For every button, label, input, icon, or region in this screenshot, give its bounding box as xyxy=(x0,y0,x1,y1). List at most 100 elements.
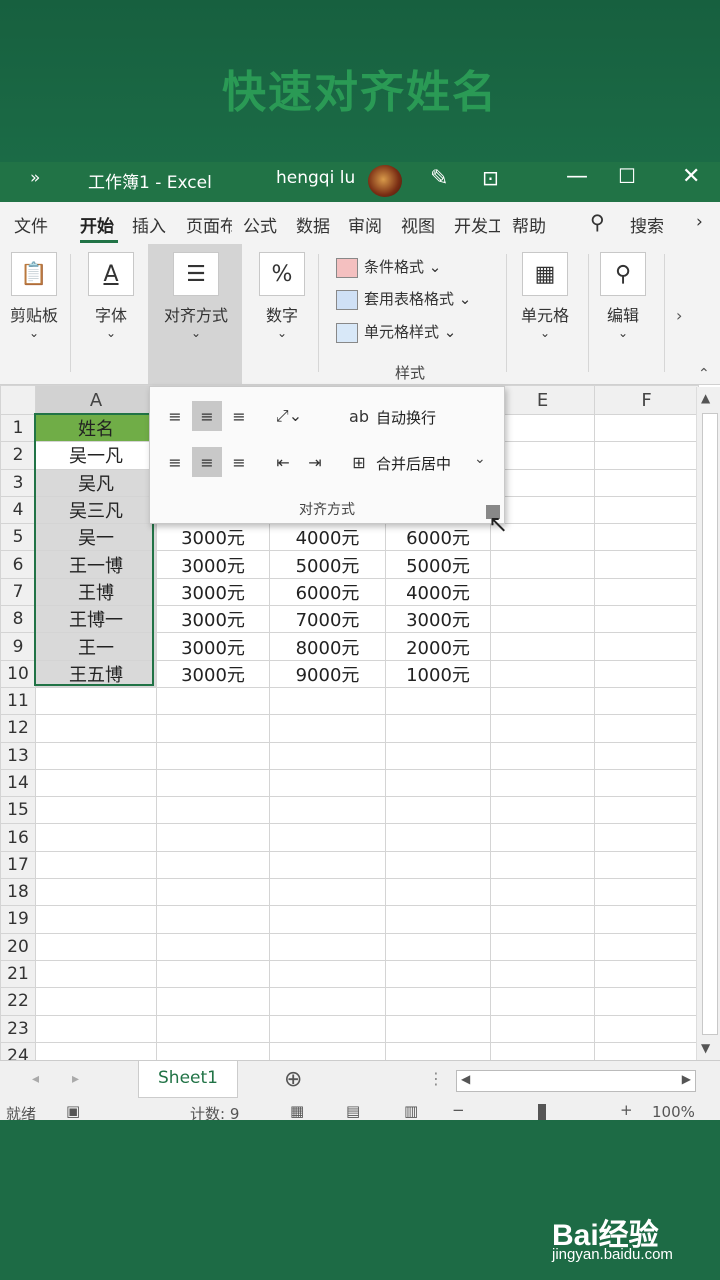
cell[interactable] xyxy=(156,850,270,880)
cell[interactable] xyxy=(35,987,157,1016)
cell[interactable] xyxy=(269,714,386,743)
row-header[interactable]: 10 xyxy=(0,659,36,688)
cell[interactable]: 6000元 xyxy=(385,523,491,552)
cell[interactable]: 6000元 xyxy=(269,577,386,607)
cell[interactable] xyxy=(594,741,699,770)
cell[interactable] xyxy=(490,632,595,661)
zoom-in-icon[interactable]: + xyxy=(620,1101,633,1119)
cell[interactable] xyxy=(490,768,595,798)
search-icon[interactable]: ⚲ xyxy=(590,210,605,234)
cell[interactable] xyxy=(594,796,699,825)
number-group[interactable]: % 数字 ⌄ xyxy=(256,252,308,340)
cell[interactable] xyxy=(490,905,595,934)
cell[interactable]: 1000元 xyxy=(385,659,491,688)
cell[interactable] xyxy=(385,1014,491,1043)
cell[interactable] xyxy=(594,523,699,552)
cell[interactable]: 3000元 xyxy=(156,550,270,579)
font-group[interactable]: A 字体 ⌄ xyxy=(84,252,138,340)
cell[interactable] xyxy=(385,905,491,934)
cell[interactable] xyxy=(490,413,595,443)
cell[interactable] xyxy=(269,932,386,961)
cell[interactable] xyxy=(35,823,157,852)
cell[interactable] xyxy=(385,686,491,716)
cell[interactable]: 吴凡 xyxy=(35,468,157,497)
increase-indent-icon[interactable]: ⇥ xyxy=(300,447,330,477)
format-as-table-button[interactable]: 套用表格格式 ⌄ xyxy=(336,288,471,310)
cell[interactable] xyxy=(490,441,595,470)
alignment-group[interactable]: ☰ 对齐方式 ⌄ xyxy=(158,252,234,340)
cell[interactable] xyxy=(490,605,595,634)
cell[interactable] xyxy=(490,796,595,825)
merge-center-button[interactable]: 合并后居中 xyxy=(376,453,451,474)
cell[interactable] xyxy=(594,659,699,688)
cell[interactable]: 3000元 xyxy=(156,523,270,552)
cell[interactable] xyxy=(156,959,270,989)
cell[interactable] xyxy=(385,823,491,852)
cell[interactable] xyxy=(269,905,386,934)
cell[interactable]: 王博一 xyxy=(35,605,157,634)
cell[interactable]: 王五博 xyxy=(35,659,157,688)
align-center-icon[interactable]: ≡ xyxy=(192,447,222,477)
row-header[interactable]: 21 xyxy=(0,959,36,989)
cell[interactable] xyxy=(156,796,270,825)
cell[interactable]: 3000元 xyxy=(156,632,270,661)
zoom-out-icon[interactable]: − xyxy=(452,1101,465,1119)
cell[interactable] xyxy=(594,686,699,716)
row-header[interactable]: 13 xyxy=(0,741,36,770)
row-header[interactable]: 23 xyxy=(0,1014,36,1043)
tab-developer[interactable]: 开发工 xyxy=(454,212,500,237)
cell-styles-button[interactable]: 单元格样式 ⌄ xyxy=(336,321,456,343)
cell[interactable] xyxy=(490,1014,595,1043)
cell[interactable] xyxy=(35,905,157,934)
column-header-e[interactable]: E xyxy=(490,385,595,415)
tab-formulas[interactable]: 公式 xyxy=(243,212,277,237)
cell[interactable] xyxy=(269,878,386,907)
row-header[interactable]: 2 xyxy=(0,441,36,470)
cell[interactable] xyxy=(594,905,699,934)
cell[interactable] xyxy=(594,495,699,525)
cell[interactable]: 7000元 xyxy=(269,605,386,634)
cell[interactable] xyxy=(594,632,699,661)
cell[interactable] xyxy=(594,577,699,607)
cell[interactable]: 3000元 xyxy=(385,605,491,634)
row-header[interactable]: 17 xyxy=(0,850,36,880)
cell[interactable] xyxy=(490,987,595,1016)
cell[interactable] xyxy=(594,878,699,907)
cell[interactable] xyxy=(490,550,595,579)
tab-view[interactable]: 视图 xyxy=(401,212,435,237)
cell[interactable] xyxy=(594,605,699,634)
cell[interactable] xyxy=(156,905,270,934)
cell[interactable] xyxy=(490,659,595,688)
cell[interactable] xyxy=(490,850,595,880)
quick-access-chevron[interactable]: » xyxy=(30,168,40,188)
orientation-icon[interactable]: ⤢⌄ xyxy=(268,401,310,431)
close-icon[interactable]: ✕ xyxy=(682,164,700,189)
select-all-corner[interactable] xyxy=(0,385,36,415)
align-right-icon[interactable]: ≡ xyxy=(224,447,254,477)
cell[interactable] xyxy=(269,823,386,852)
cell[interactable]: 3000元 xyxy=(156,605,270,634)
horizontal-scrollbar[interactable]: ◀ ▶ xyxy=(456,1070,696,1092)
cell[interactable] xyxy=(594,468,699,497)
tabs-scroll-right-icon[interactable]: › xyxy=(696,212,703,232)
add-sheet-icon[interactable]: ⊕ xyxy=(284,1067,302,1092)
row-header[interactable]: 15 xyxy=(0,796,36,825)
cell[interactable] xyxy=(156,878,270,907)
prev-sheet-icon[interactable]: ◂ xyxy=(32,1071,39,1087)
cell[interactable] xyxy=(594,932,699,961)
cell[interactable]: 王一博 xyxy=(35,550,157,579)
align-bottom-icon[interactable]: ≡ xyxy=(224,401,254,431)
cell[interactable] xyxy=(490,468,595,497)
ribbon-scroll-right-icon[interactable]: › xyxy=(676,306,682,325)
tab-insert[interactable]: 插入 xyxy=(132,212,166,237)
tab-data[interactable]: 数据 xyxy=(296,212,330,237)
normal-view-icon[interactable]: ▦ xyxy=(290,1102,304,1120)
cell[interactable]: 5000元 xyxy=(385,550,491,579)
cell[interactable] xyxy=(156,1014,270,1043)
row-header[interactable]: 5 xyxy=(0,523,36,552)
cell[interactable]: 8000元 xyxy=(269,632,386,661)
conditional-format-button[interactable]: 条件格式 ⌄ xyxy=(336,256,441,278)
chevron-down-icon[interactable]: ⌄ xyxy=(474,451,486,467)
align-top-icon[interactable]: ≡ xyxy=(160,401,190,431)
scroll-left-icon[interactable]: ◀ xyxy=(461,1072,470,1086)
